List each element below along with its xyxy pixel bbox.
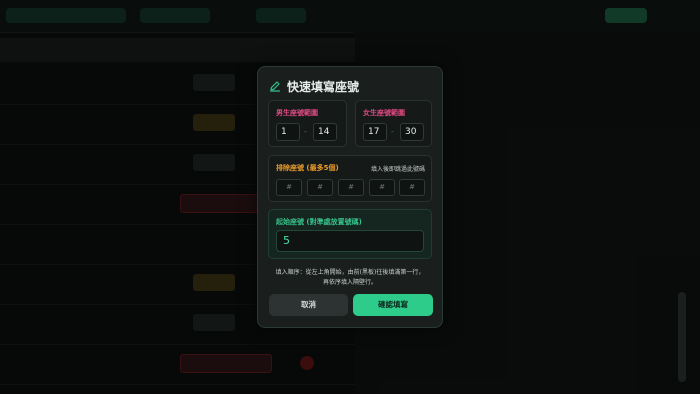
range-separator: - [304, 127, 307, 136]
male-from-input[interactable]: 1 [276, 123, 300, 141]
quick-fill-dialog: 快速填寫座號 男生座號範圍 1 - 14 女生座號範圍 17 - 30 排除座號… [257, 66, 443, 328]
fill-order-note-line2: 再依序填入隔壁行。 [322, 279, 377, 286]
confirm-fill-button[interactable]: 確認填寫 [353, 294, 433, 316]
start-seat-section: 起始座號 (對準處放置號碼) 5 [268, 209, 432, 259]
exclude-seat-input[interactable]: # [399, 179, 425, 196]
pencil-icon [269, 81, 281, 92]
male-to-input[interactable]: 14 [313, 123, 337, 141]
exclude-seat-input[interactable]: # [307, 179, 333, 196]
female-range-section: 女生座號範圍 17 - 30 [355, 100, 432, 147]
exclude-seat-input[interactable]: # [338, 179, 364, 196]
exclude-seats-hint: 填入後即跳過此號碼 [370, 166, 425, 173]
exclude-seats-label: 排除座號 (最多5個) [276, 164, 339, 172]
exclude-seats-section: 排除座號 (最多5個) 填入後即跳過此號碼 # # # # # [268, 155, 432, 202]
cancel-button[interactable]: 取消 [269, 294, 348, 316]
exclude-seat-input[interactable]: # [369, 179, 395, 196]
exclude-seat-input[interactable]: # [276, 179, 302, 196]
start-seat-label: 起始座號 (對準處放置號碼) [276, 218, 362, 226]
female-to-input[interactable]: 30 [400, 123, 424, 141]
fill-order-note-line1: 填入順序：從左上角開始，由前(黑板)往後填滿第一行， [275, 269, 425, 276]
male-range-label: 男生座號範圍 [276, 109, 318, 117]
dialog-title: 快速填寫座號 [287, 79, 360, 94]
female-range-label: 女生座號範圍 [363, 109, 405, 117]
range-separator: - [391, 127, 394, 136]
dialog-header: 快速填寫座號 [269, 78, 359, 94]
male-range-section: 男生座號範圍 1 - 14 [268, 100, 347, 147]
female-from-input[interactable]: 17 [363, 123, 387, 141]
start-seat-input[interactable]: 5 [276, 230, 424, 252]
